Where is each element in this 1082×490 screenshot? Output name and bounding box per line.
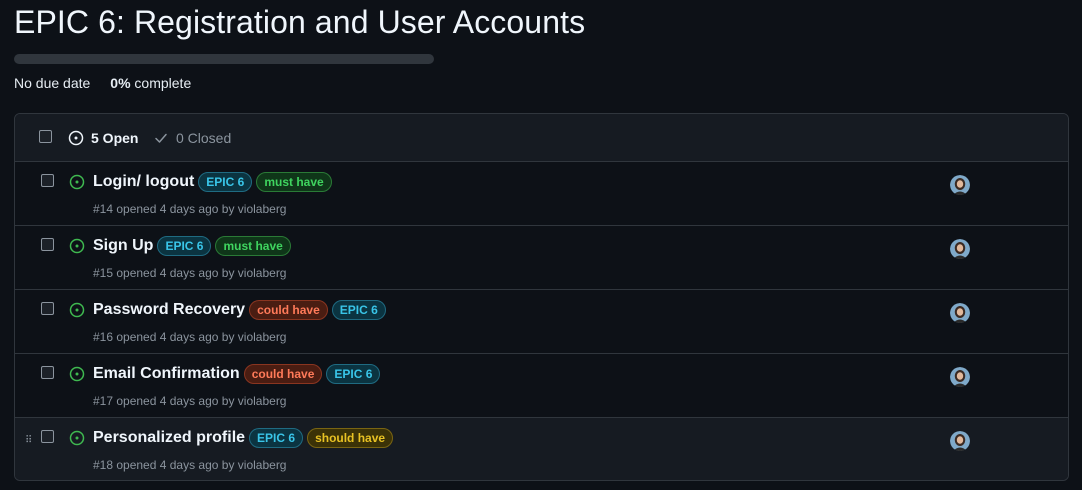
issue-label-epic[interactable]: EPIC 6 <box>157 236 212 256</box>
issue-label-epic[interactable]: EPIC 6 <box>198 172 253 192</box>
issue-title-link[interactable]: Sign Up <box>93 237 153 255</box>
issue-label-could[interactable]: could have <box>243 364 323 384</box>
tab-closed[interactable]: 0 Closed <box>153 130 231 146</box>
issue-title-line: Email Confirmation could have EPIC 6 <box>93 364 381 384</box>
issue-title-line: Login/ logout EPIC 6 must have <box>93 172 332 192</box>
issue-checkbox[interactable] <box>41 430 54 443</box>
completion-status: 0% complete <box>110 75 191 91</box>
issue-title-link[interactable]: Login/ logout <box>93 173 194 191</box>
due-date: No due date <box>14 75 91 91</box>
select-all-checkbox[interactable] <box>39 130 52 143</box>
issues-list-header: 5 Open 0 Closed <box>15 114 1068 162</box>
issue-meta: #17 opened 4 days ago by violaberg <box>93 394 287 408</box>
issue-open-icon <box>68 130 84 145</box>
assignee-avatar[interactable] <box>950 175 970 195</box>
issue-label-epic[interactable]: EPIC 6 <box>331 300 386 320</box>
issues-list: 5 Open 0 Closed Login/ logout EPIC 6 must… <box>14 113 1069 481</box>
drag-handle-icon[interactable]: ⠿ <box>25 435 32 446</box>
issue-row[interactable]: Password Recovery could have EPIC 6 #16 o… <box>15 290 1068 354</box>
page-title: EPIC 6: Registration and User Accounts <box>14 4 586 40</box>
issue-title-link[interactable]: Email Confirmation <box>93 365 240 383</box>
complete-percent: 0% <box>110 75 131 91</box>
open-count-label: 5 Open <box>91 129 139 146</box>
issue-title-link[interactable]: Personalized profile <box>93 429 245 447</box>
complete-suffix: complete <box>134 75 192 91</box>
assignee-avatar[interactable] <box>950 303 970 323</box>
issue-label-must[interactable]: must have <box>256 172 332 192</box>
issue-row[interactable]: Email Confirmation could have EPIC 6 #17 … <box>15 354 1068 418</box>
issue-row[interactable]: ⠿ Personalized profile EPIC 6 should have… <box>15 418 1068 480</box>
issue-row[interactable]: Login/ logout EPIC 6 must have #14 opened… <box>15 162 1068 226</box>
issue-open-icon <box>69 430 85 446</box>
assignee-avatar[interactable] <box>950 431 970 451</box>
issue-checkbox[interactable] <box>41 302 54 315</box>
closed-count-label: 0 Closed <box>176 129 232 146</box>
issue-label-epic[interactable]: EPIC 6 <box>249 428 304 448</box>
issue-label-could[interactable]: could have <box>249 300 328 320</box>
issue-title-line: Sign Up EPIC 6 must have <box>93 236 291 256</box>
issue-open-icon <box>69 366 85 382</box>
issue-label-should[interactable]: should have <box>307 428 394 448</box>
issue-open-icon <box>69 174 85 190</box>
issue-meta: #14 opened 4 days ago by violaberg <box>93 202 287 216</box>
issue-title-line: Password Recovery could have EPIC 6 <box>93 300 386 320</box>
issue-title-line: Personalized profile EPIC 6 should have <box>93 428 394 448</box>
check-icon <box>155 133 167 143</box>
issue-checkbox[interactable] <box>41 366 54 379</box>
assignee-avatar[interactable] <box>950 367 970 387</box>
tab-open[interactable]: 5 Open <box>68 130 138 146</box>
issue-open-icon <box>69 238 85 254</box>
issue-checkbox[interactable] <box>41 174 54 187</box>
issue-meta: #18 opened 4 days ago by violaberg <box>93 458 287 472</box>
issue-label-epic[interactable]: EPIC 6 <box>326 364 381 384</box>
issue-label-must[interactable]: must have <box>215 236 291 256</box>
issue-checkbox[interactable] <box>41 238 54 251</box>
issue-row[interactable]: Sign Up EPIC 6 must have #15 opened 4 day… <box>15 226 1068 290</box>
milestone-meta: No due date 0% complete <box>14 75 191 91</box>
issue-open-icon <box>69 302 85 318</box>
issue-title-link[interactable]: Password Recovery <box>93 301 245 319</box>
assignee-avatar[interactable] <box>950 239 970 259</box>
issue-meta: #15 opened 4 days ago by violaberg <box>93 266 287 280</box>
milestone-progress-bar <box>14 54 434 64</box>
issue-rows: Login/ logout EPIC 6 must have #14 opened… <box>15 162 1068 480</box>
issue-meta: #16 opened 4 days ago by violaberg <box>93 330 287 344</box>
